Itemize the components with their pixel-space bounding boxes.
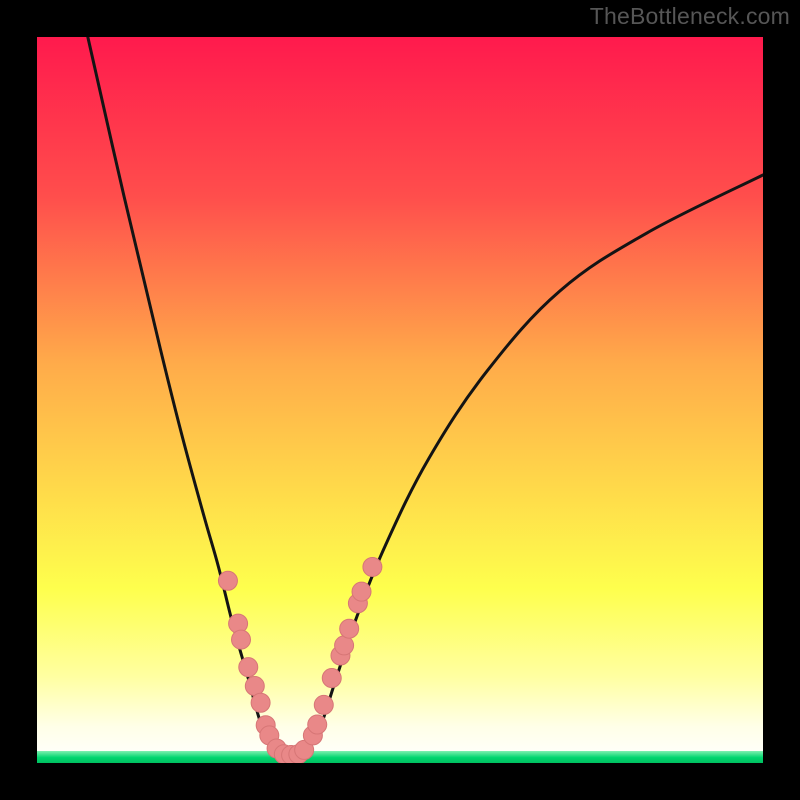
chart-frame: TheBottleneck.com — [0, 0, 800, 800]
data-marker — [232, 630, 251, 649]
data-marker — [335, 636, 354, 655]
data-marker — [308, 715, 327, 734]
right-curve — [291, 175, 763, 756]
data-marker — [314, 695, 333, 714]
data-marker — [363, 557, 382, 576]
data-marker — [251, 693, 270, 712]
data-marker — [322, 669, 341, 688]
data-marker — [218, 571, 237, 590]
watermark-text: TheBottleneck.com — [590, 3, 790, 30]
chart-curves — [37, 37, 763, 763]
left-curve — [88, 37, 291, 756]
data-marker — [245, 677, 264, 696]
data-marker — [239, 658, 258, 677]
data-markers — [218, 557, 381, 763]
data-marker — [352, 582, 371, 601]
data-marker — [340, 619, 359, 638]
plot-area — [37, 37, 763, 763]
